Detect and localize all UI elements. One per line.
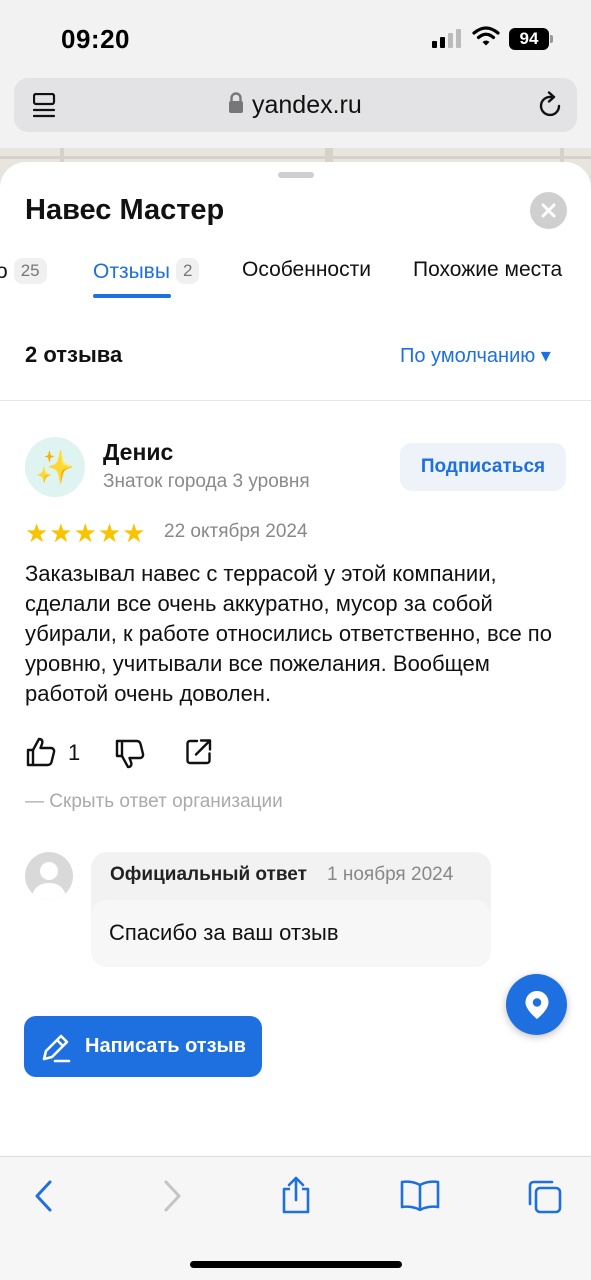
tab-count: 25 — [13, 258, 47, 284]
status-bar: 09:20 94 — [0, 0, 591, 78]
bookmarks-icon[interactable] — [400, 1179, 440, 1211]
tab-label: Похожие места — [413, 258, 563, 281]
review-text: Заказывал навес с террасой у этой компан… — [25, 561, 552, 706]
avatar[interactable]: ✨ — [25, 437, 85, 497]
tab-label: Особенности — [242, 258, 371, 281]
tab-features[interactable]: Особенности — [242, 258, 371, 282]
hide-reply-link[interactable]: — Скрыть ответ организации — [25, 791, 283, 813]
official-reply-label: Официальный ответ — [110, 864, 307, 885]
page-menu-icon[interactable] — [33, 93, 57, 119]
rating-stars: ★★★★★ — [25, 518, 147, 548]
official-reply-date: 1 ноября 2024 — [327, 864, 454, 885]
sheet-grabber[interactable] — [278, 172, 314, 178]
back-arrow-icon[interactable] — [32, 1179, 56, 1213]
reviews-count: 2 отзыва — [25, 342, 123, 367]
tab-photos[interactable]: о 25 — [0, 258, 47, 284]
official-reply-text: Спасибо за ваш отзыв — [109, 920, 339, 945]
tabs-icon[interactable] — [527, 1179, 563, 1215]
home-indicator — [190, 1261, 402, 1268]
active-tab-indicator — [93, 294, 171, 298]
reload-icon[interactable] — [538, 91, 564, 119]
share-icon[interactable] — [279, 1175, 313, 1215]
cellular-signal-icon — [432, 29, 461, 48]
tab-reviews[interactable]: Отзывы 2 — [93, 258, 200, 284]
place-card-sheet: Навес Мастер о 25 Отзывы 2 Особенности Пох… — [0, 162, 591, 1156]
review-date: 22 октября 2024 — [164, 521, 308, 542]
dislike-icon[interactable] — [114, 738, 146, 770]
author-level: Знаток города 3 уровня — [103, 471, 310, 492]
official-reply: Официальный ответ 1 ноября 2024 Спасибо … — [91, 852, 491, 967]
subscribe-button[interactable]: Подписаться — [400, 443, 566, 491]
like-icon[interactable] — [25, 736, 57, 768]
forward-arrow-icon[interactable] — [160, 1179, 184, 1213]
battery-indicator: 94 — [509, 28, 549, 50]
tab-label: Отзывы — [93, 260, 170, 283]
close-button[interactable] — [530, 192, 567, 229]
battery-tip — [550, 35, 553, 43]
sort-dropdown[interactable]: По умолчанию ▾ — [400, 343, 551, 368]
browser-toolbar — [0, 1156, 591, 1280]
like-count: 1 — [68, 740, 81, 765]
official-reply-header: Официальный ответ 1 ноября 2024 — [91, 852, 491, 900]
write-review-label: Написать отзыв — [85, 1035, 246, 1057]
write-review-button[interactable]: Написать отзыв — [24, 1016, 262, 1077]
place-title: Навес Мастер — [25, 194, 225, 226]
status-time: 09:20 — [61, 24, 130, 54]
lock-icon — [229, 92, 243, 113]
tab-count: 2 — [175, 258, 200, 284]
user-silhouette-icon — [31, 862, 67, 900]
pencil-icon — [42, 1034, 71, 1063]
review-author[interactable]: Денис — [103, 439, 173, 466]
url-text[interactable]: yandex.ru — [252, 91, 362, 120]
share-icon[interactable] — [185, 738, 213, 766]
tab-similar-places[interactable]: Похожие места — [413, 258, 562, 282]
map-pin-icon — [525, 991, 549, 1019]
close-icon — [541, 203, 556, 218]
address-bar[interactable]: yandex.ru — [14, 78, 577, 132]
tab-label: о — [0, 260, 8, 283]
tabs-bar: о 25 Отзывы 2 Особенности Похожие места — [0, 254, 591, 300]
location-fab-button[interactable] — [506, 974, 567, 1035]
wifi-icon — [472, 26, 500, 46]
org-avatar — [25, 852, 73, 900]
official-reply-body: Спасибо за ваш отзыв — [91, 900, 491, 967]
divider — [0, 400, 591, 401]
